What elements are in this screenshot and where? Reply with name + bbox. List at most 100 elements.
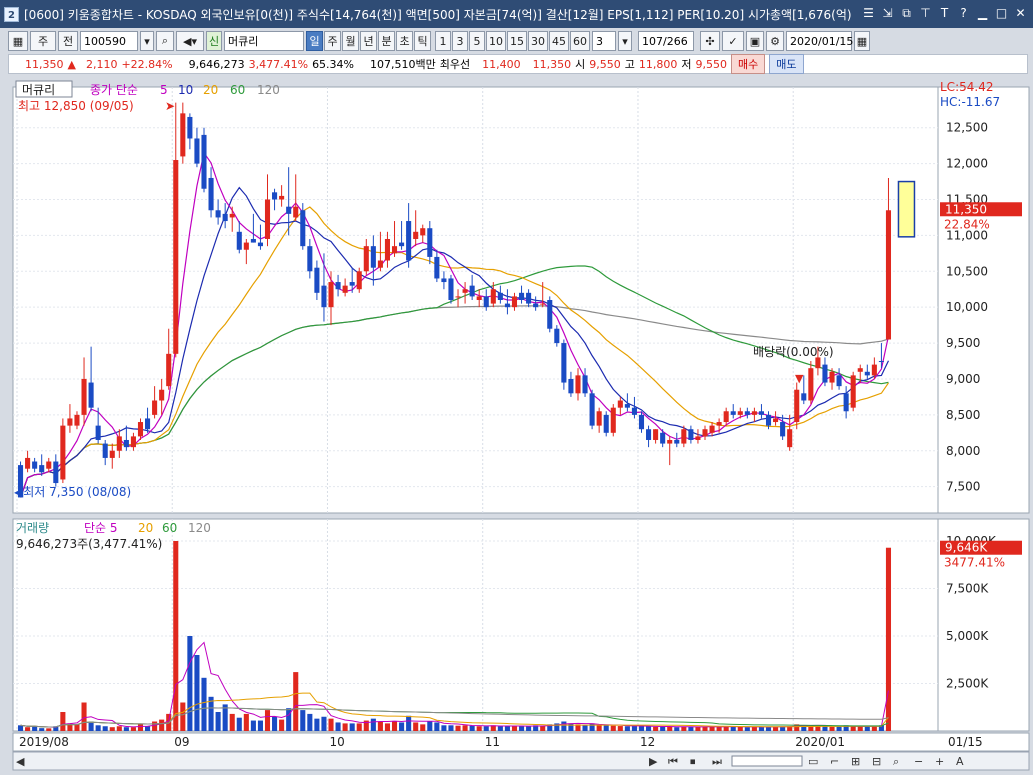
code-dropdown-icon[interactable]: ▾	[140, 31, 154, 51]
text-icon[interactable]: T	[936, 4, 953, 22]
minute-button-10[interactable]: 10	[486, 31, 506, 51]
volume-bar	[829, 726, 835, 731]
interval-button-5[interactable]: 초	[396, 31, 413, 51]
candle-body	[723, 411, 729, 423]
candle-body	[441, 278, 447, 283]
candle-body	[363, 246, 369, 272]
minute-button-15[interactable]: 15	[507, 31, 527, 51]
stock-name-field[interactable]: 머큐리	[224, 31, 304, 51]
minute-button-60[interactable]: 60	[570, 31, 590, 51]
candle-body	[67, 418, 73, 426]
calendar-icon[interactable]: ▦	[854, 31, 870, 51]
volume-bar	[137, 724, 144, 731]
minute-button-30[interactable]: 30	[528, 31, 548, 51]
tools-icon[interactable]: ✣	[700, 31, 720, 51]
grid-icon[interactable]: ▦	[8, 31, 28, 51]
checklist-icon[interactable]: ✓	[722, 31, 744, 51]
other-pct: 65.34%	[312, 57, 355, 71]
volume-bar	[370, 718, 376, 731]
close-icon[interactable]: ✕	[1012, 4, 1029, 22]
date-input[interactable]: 2020/01/15	[786, 31, 853, 51]
candle-body	[857, 368, 863, 372]
chart-tool-icon: ⊞	[851, 755, 860, 768]
volume-legend-ma-label: 단순 5	[84, 521, 118, 535]
stock-code-input[interactable]: 100590	[80, 31, 138, 51]
sound-icon[interactable]: ◀▾	[176, 31, 204, 51]
candle-body	[222, 213, 228, 222]
candle-body	[885, 210, 892, 340]
volume-bar	[145, 726, 151, 731]
price-tick-label: 8,000	[946, 444, 980, 458]
resize-icon[interactable]: ⇲	[879, 4, 896, 22]
candle-body	[74, 414, 80, 426]
volume-bar	[716, 726, 722, 731]
trade-amount: 107,510백만	[370, 58, 436, 71]
candle-body	[808, 368, 814, 401]
candle-body	[843, 393, 849, 412]
page-indicator: 107/266	[638, 31, 694, 51]
candle-body	[215, 210, 221, 218]
candle-body	[568, 378, 574, 394]
candle-body	[413, 231, 419, 239]
volume-pane	[12, 518, 1030, 732]
volume-bar	[293, 672, 299, 731]
volume-bar	[638, 726, 645, 731]
save-icon[interactable]: ▣	[746, 31, 764, 51]
interval-button-1[interactable]: 주	[324, 31, 341, 51]
candle-body	[399, 242, 405, 247]
volume-bar	[822, 726, 828, 731]
maximize-icon[interactable]: □	[993, 4, 1010, 22]
count-select[interactable]: 3	[592, 31, 616, 51]
candle-body	[787, 429, 793, 448]
legend-stock-name: 머큐리	[22, 83, 55, 97]
candle-body	[610, 407, 616, 433]
candle-body	[342, 285, 348, 293]
dividend-label: 배당락(0.00%)	[753, 345, 834, 359]
volume-bar	[469, 725, 475, 731]
minimize-icon[interactable]: ▁	[974, 4, 991, 22]
menu-icon[interactable]: ☰	[860, 4, 877, 22]
minute-button-1[interactable]: 1	[435, 31, 451, 51]
interval-button-3[interactable]: 년	[360, 31, 377, 51]
candle-body	[667, 439, 673, 444]
volume-bar	[737, 727, 743, 731]
interval-button-0[interactable]: 일	[306, 31, 323, 51]
volume-bar	[526, 726, 532, 731]
count-dropdown-icon[interactable]: ▾	[618, 31, 632, 51]
candle-body	[335, 282, 341, 290]
search-icon[interactable]: ⌕	[156, 31, 174, 51]
candle-body	[716, 422, 722, 426]
minute-button-45[interactable]: 45	[549, 31, 569, 51]
help-icon[interactable]: ?	[955, 4, 972, 22]
interval-button-4[interactable]: 분	[378, 31, 395, 51]
chart-area[interactable]: 12,500 12,000 11,500 11,000 10,500 10,000 9,50…	[0, 75, 1033, 775]
volume-bar	[441, 725, 447, 731]
candle-body	[293, 206, 299, 218]
scroll-right-icon: ▶	[649, 755, 658, 768]
candle-body	[420, 228, 426, 236]
sell-button[interactable]: 매도	[769, 54, 804, 74]
buy-button[interactable]: 매수	[731, 54, 766, 74]
interval-button-6[interactable]: 틱	[414, 31, 431, 51]
volume-bar	[850, 726, 856, 731]
nav-button-icon: ⏮	[668, 755, 678, 768]
minute-button-3[interactable]: 3	[452, 31, 468, 51]
candle-body	[201, 134, 207, 189]
volume-bar	[321, 716, 327, 731]
candle-body	[469, 285, 475, 297]
candle-body	[688, 429, 694, 440]
window-restore-icon[interactable]: ⧉	[898, 4, 915, 22]
settings-gear-icon[interactable]: ⚙	[766, 31, 784, 51]
stock-chart[interactable]: 12,50012,00011,50011,00010,50010,0009,50…	[0, 75, 1033, 775]
volume-bar	[349, 723, 355, 731]
x-axis-label: 10	[329, 735, 344, 749]
candle-body	[730, 411, 736, 415]
pin-icon[interactable]: ⊤	[917, 4, 934, 22]
minute-button-5[interactable]: 5	[469, 31, 485, 51]
volume-bar	[483, 726, 489, 731]
prev-button[interactable]: 전	[58, 31, 78, 51]
candle-body	[314, 267, 320, 293]
candle-body	[660, 432, 666, 444]
period-type-select[interactable]: 주	[30, 31, 56, 51]
interval-button-2[interactable]: 월	[342, 31, 359, 51]
